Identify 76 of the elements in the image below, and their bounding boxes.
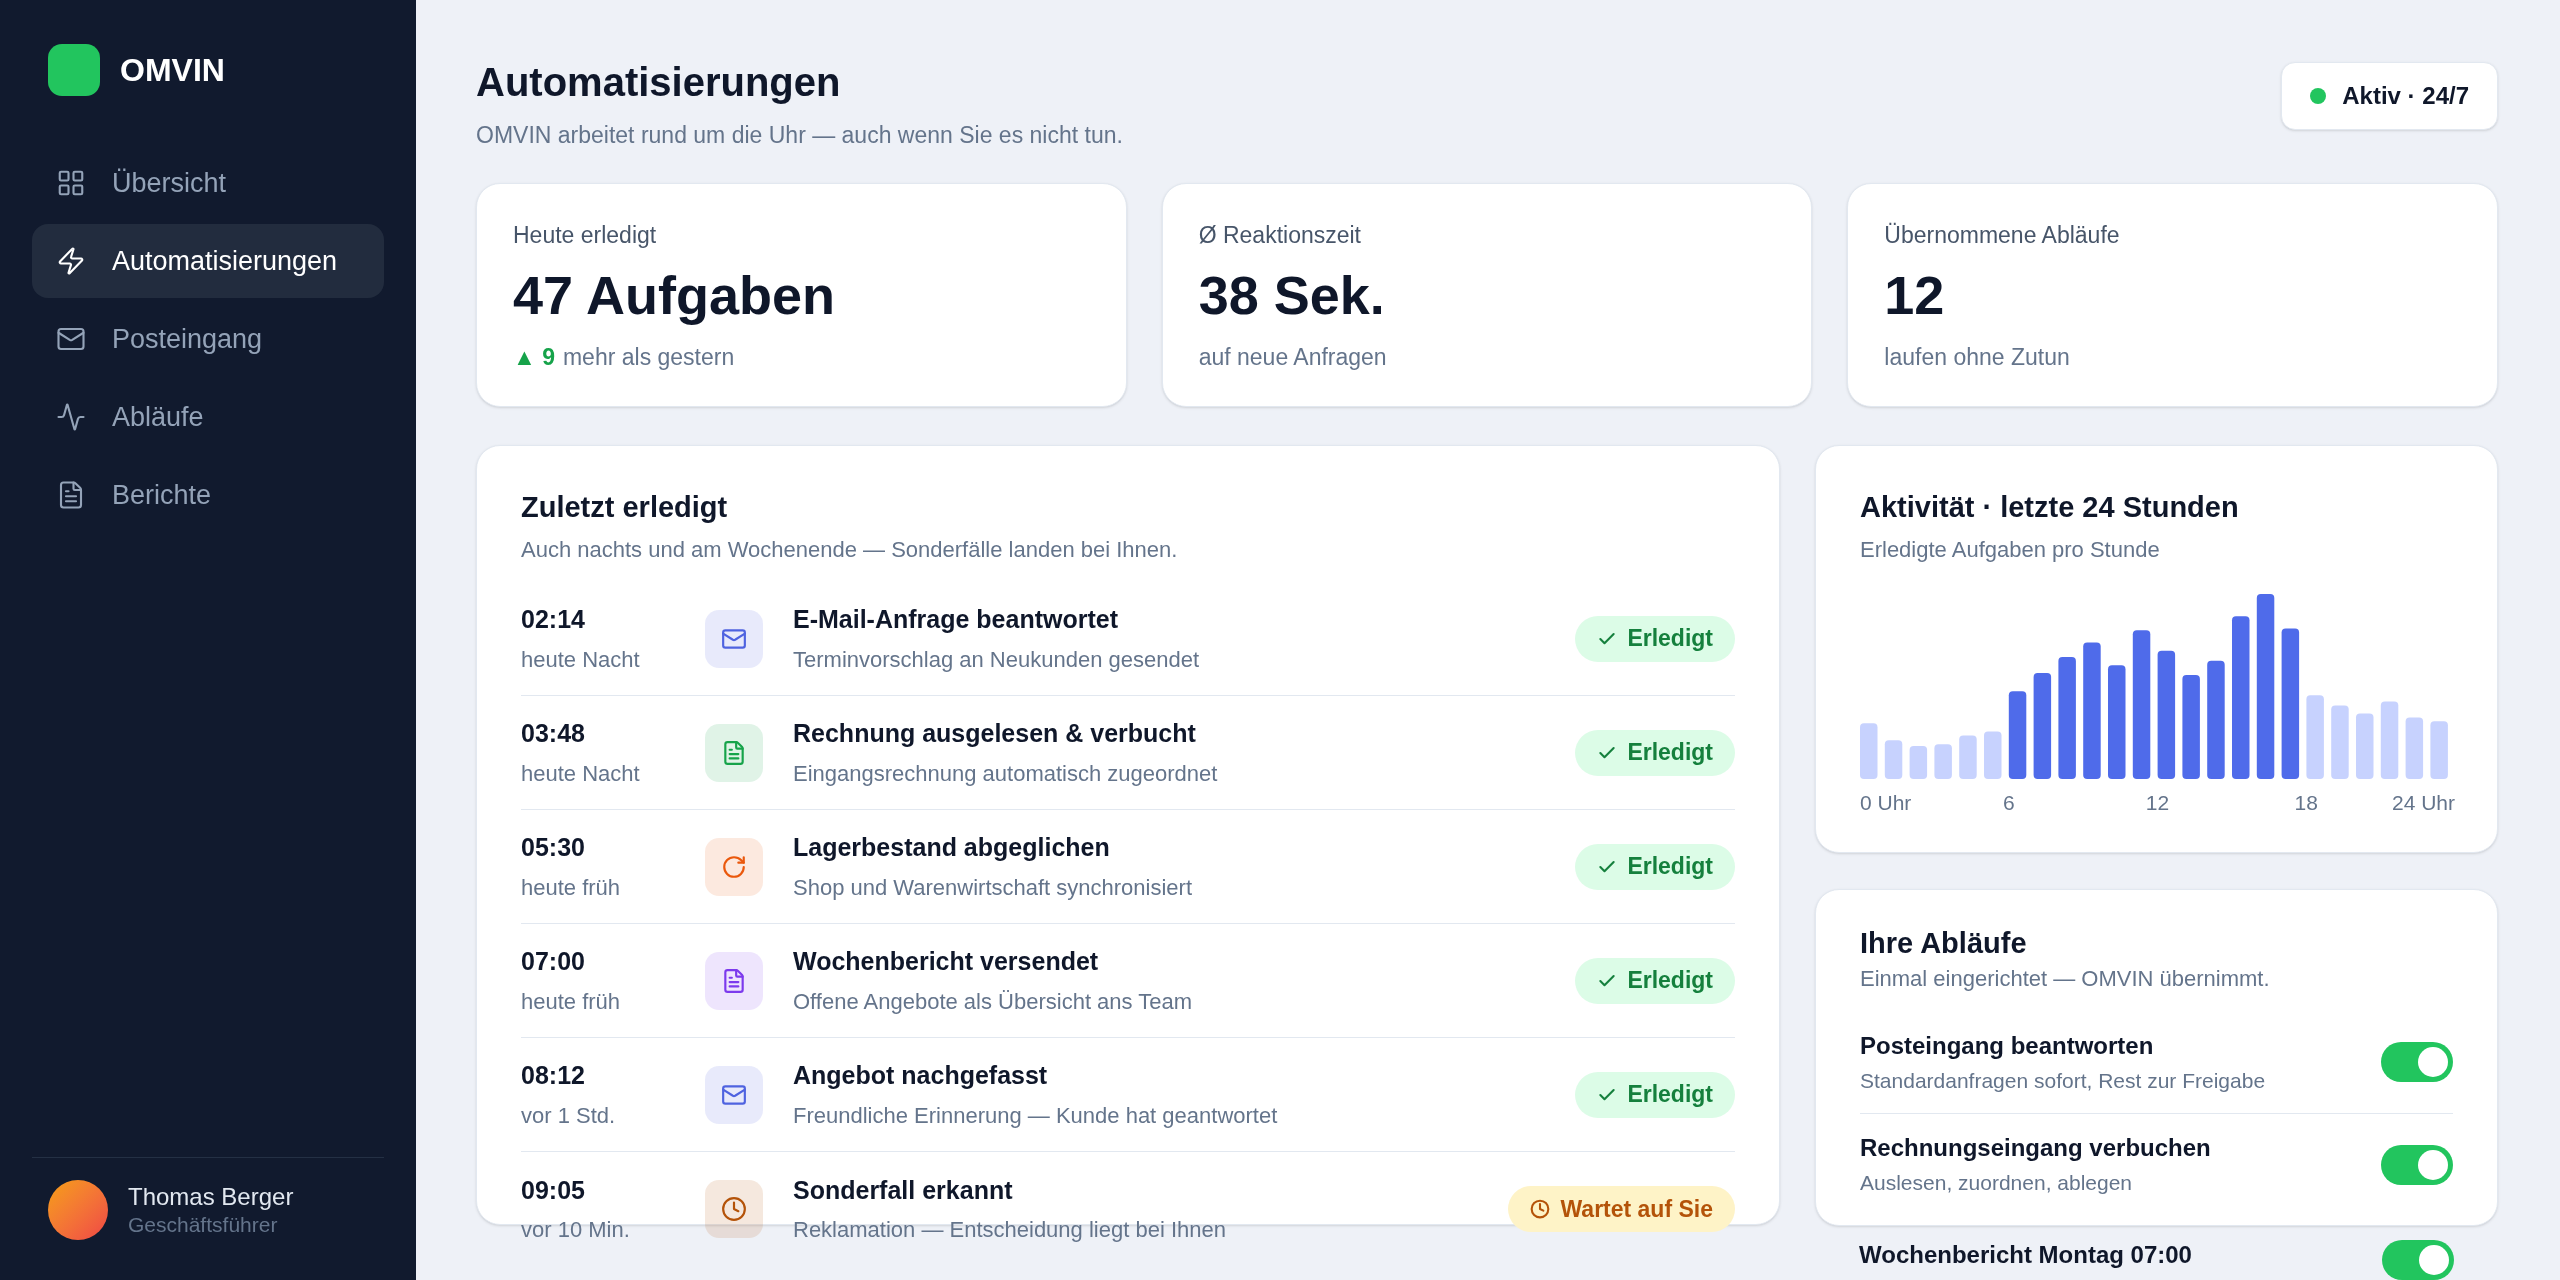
stat-label: Ø Reaktionszeit	[1198, 220, 1362, 250]
flow-title: Rechnungseingang verbuchen	[1860, 1133, 2211, 1162]
page-subtitle: OMVIN arbeitet rund um die Uhr — auch wenn Sie es nicht tun.	[476, 121, 1123, 150]
flow-title: Posteingang beantworten	[1860, 1030, 2155, 1060]
row-time: 08:12	[521, 1060, 586, 1092]
status-badge: Erledigt	[1575, 615, 1735, 662]
nav-item[interactable]: Abläufe	[32, 380, 384, 454]
task-detail: Offene Angebote als Übersicht ans Team	[793, 987, 1194, 1016]
axis-label: 18	[2294, 790, 2318, 816]
nav-item[interactable]: Automatisierungen	[32, 224, 384, 298]
flow-detail: Standardanfragen sofort, Rest zur Freigabe	[1860, 1067, 2266, 1094]
toggle-switch[interactable]	[2381, 1042, 2453, 1082]
stat-value: 12	[1884, 264, 1946, 327]
card-title: Aktivität · letzte 24 Stunden	[1860, 489, 2240, 525]
row-time: 07:00	[521, 946, 586, 978]
grid-icon	[56, 168, 86, 198]
axis-label: 6	[2002, 790, 2015, 816]
stat-label: Übernommene Abläufe	[1884, 220, 2121, 250]
wave-icon	[56, 402, 86, 432]
axis-label: 12	[2145, 790, 2170, 816]
card-title: Ihre Abläufe	[1860, 925, 2028, 961]
avatar	[48, 1180, 108, 1240]
lightning-icon	[56, 246, 86, 276]
user-name: Thomas Berger	[128, 1181, 294, 1212]
row-when: vor 10 Min.	[521, 1216, 631, 1245]
task-detail: Terminvorschlag an Neukunden gesendet	[793, 645, 1201, 674]
stat-note: mehr als gestern	[562, 342, 735, 372]
stat-note: auf neue Anfragen	[1198, 342, 1387, 372]
toggle-switch[interactable]	[2381, 1144, 2453, 1185]
row-time: 09:05	[521, 1174, 586, 1206]
flow-detail: Auslesen, zuordnen, ablegen	[1860, 1170, 2134, 1196]
row-when: heute Nacht	[521, 645, 641, 674]
status-badge: Wartet auf Sie	[1508, 1186, 1735, 1232]
page-title: Automatisierungen	[476, 59, 842, 106]
row-time: 02:14	[521, 604, 586, 636]
card-title: Zuletzt erledigt	[521, 489, 729, 525]
toggle-switch[interactable]	[2382, 1239, 2454, 1280]
user-role: Geschäftsführer	[128, 1211, 279, 1238]
axis-label: 0 Uhr	[1860, 790, 1912, 816]
logo-icon	[48, 44, 100, 96]
card-subtitle: Auch nachts und am Wochenende — Sonderfälle landen bei Ihnen.	[521, 536, 1179, 564]
task-detail: Freundliche Erinnerung — Kunde hat geantwortet	[793, 1101, 1279, 1130]
row-time: 03:48	[521, 718, 586, 750]
status-badge: Erledigt	[1575, 957, 1735, 1004]
stat-label: Heute erledigt	[513, 220, 658, 250]
card-subtitle: Einmal eingerichtet — OMVIN übernimmt.	[1860, 964, 2271, 992]
status-badge: Erledigt	[1575, 843, 1735, 890]
task-title: Sonderfall erkannt	[793, 1174, 1014, 1206]
task-detail: Reklamation — Entscheidung liegt bei Ihnen	[793, 1216, 1227, 1245]
row-when: heute früh	[521, 987, 622, 1016]
status-badge: Erledigt	[1575, 729, 1735, 776]
task-title: Wochenbericht versendet	[793, 946, 1100, 978]
nav-item[interactable]: Berichte	[32, 458, 384, 532]
stat-note: laufen ohne Zutun	[1884, 342, 2070, 372]
status-pill: Aktiv · 24/7	[2281, 62, 2498, 130]
card-subtitle: Erledigte Aufgaben pro Stunde	[1860, 536, 2161, 564]
clock-icon	[1530, 1199, 1551, 1219]
brand-name: OMVIN	[120, 51, 225, 90]
stat-value: 38 Sek.	[1198, 264, 1386, 327]
row-when: heute Nacht	[521, 759, 641, 788]
flow-title: Wochenbericht Montag 07:00	[1859, 1239, 2192, 1269]
nav-item[interactable]: Posteingang	[32, 302, 384, 376]
task-title: E-Mail-Anfrage beantwortet	[793, 604, 1120, 636]
row-when: vor 1 Std.	[521, 1101, 617, 1130]
trend-value: ▲ 9	[513, 342, 555, 372]
stat-value: 47 Aufgaben	[513, 264, 837, 327]
task-title: Angebot nachgefasst	[793, 1060, 1049, 1092]
row-time: 05:30	[521, 832, 586, 864]
task-detail: Shop und Warenwirtschaft synchronisiert	[793, 873, 1194, 902]
task-title: Rechnung ausgelesen & verbucht	[793, 718, 1197, 750]
task-title: Lagerbestand abgeglichen	[793, 832, 1111, 864]
axis-label: 24 Uhr	[2391, 790, 2455, 816]
task-detail: Eingangsrechnung automatisch zugeordnet	[793, 759, 1219, 788]
status-badge: Erledigt	[1575, 1071, 1735, 1118]
nav-item[interactable]: Übersicht	[32, 146, 384, 220]
row-when: heute früh	[521, 873, 622, 902]
